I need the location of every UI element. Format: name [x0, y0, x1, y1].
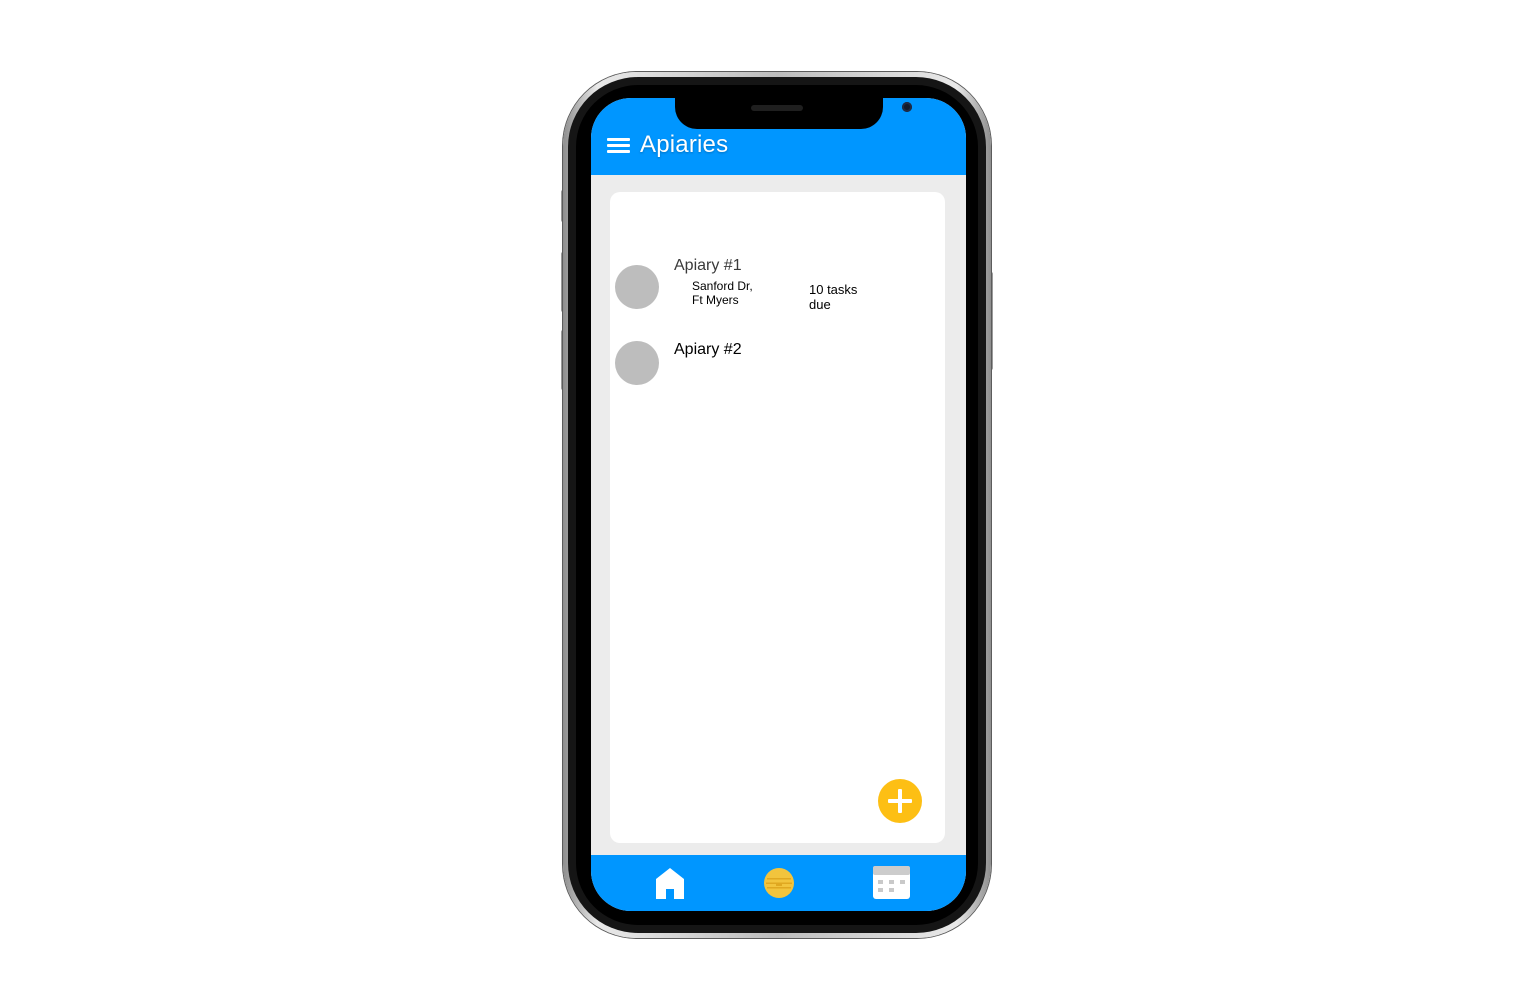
apiary-list-card: Apiary #1 Sanford Dr, Ft Myers 10 tasks …: [610, 192, 945, 843]
apiary-name: Apiary #1: [674, 257, 742, 274]
plus-icon-vertical: [898, 789, 902, 813]
nav-home-button[interactable]: [654, 866, 686, 900]
add-apiary-button[interactable]: [878, 779, 922, 823]
beehive-icon: [764, 868, 794, 898]
home-icon: [656, 868, 684, 899]
tasks-due-line2: due: [809, 297, 831, 312]
speaker-grille: [751, 105, 803, 111]
front-camera-icon: [902, 102, 912, 112]
apiary-address-line1: Sanford Dr,: [692, 279, 753, 293]
apiary-avatar: [615, 341, 659, 385]
apiary-name: Apiary #2: [674, 341, 742, 358]
phone-screen: Apiaries Apiary #1 Sanford Dr, Ft Myers …: [591, 98, 966, 911]
nav-apiaries-button[interactable]: [763, 867, 795, 899]
nav-calendar-button[interactable]: [873, 866, 910, 899]
apiary-address-line2: Ft Myers: [692, 293, 739, 307]
stage: Apiaries Apiary #1 Sanford Dr, Ft Myers …: [0, 0, 1525, 1002]
hamburger-menu-icon[interactable]: [607, 138, 630, 153]
tasks-due-line1: 10 tasks: [809, 282, 858, 297]
bottom-nav: [591, 855, 966, 911]
page-title: Apiaries: [640, 131, 729, 158]
apiary-avatar: [615, 265, 659, 309]
calendar-icon: [873, 866, 910, 899]
notch: [675, 98, 912, 129]
